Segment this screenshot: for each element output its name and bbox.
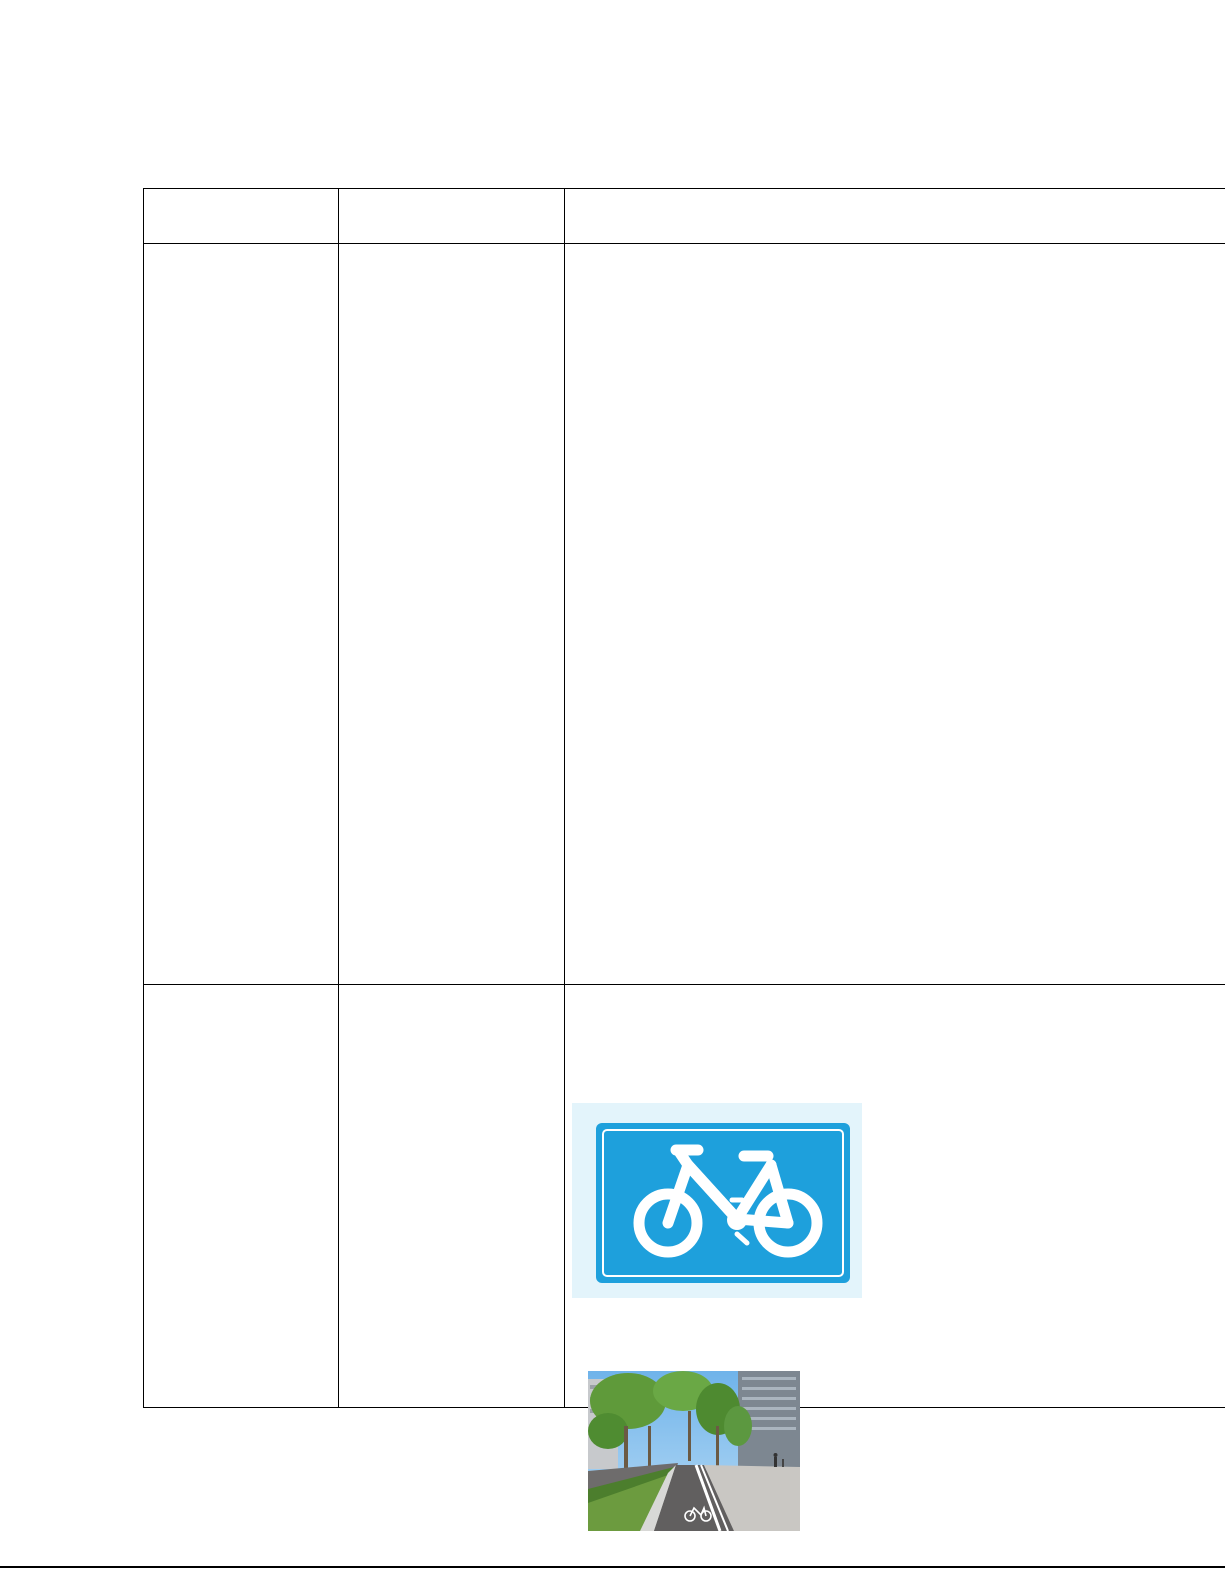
- bicycle-lane-photo: [588, 1371, 800, 1531]
- row1-cell-3: [564, 243, 1225, 985]
- row2-cell-2: [338, 984, 565, 1408]
- page-bottom-rule: [0, 1566, 1225, 1568]
- bicycle-sign-image: [572, 1103, 862, 1298]
- header-cell-1: [143, 188, 339, 244]
- row1-cell-1: [143, 243, 339, 985]
- row2-cell-1: [143, 984, 339, 1408]
- table-header-row: [143, 188, 1225, 244]
- table-row: [143, 243, 1225, 985]
- row1-cell-2: [338, 243, 565, 985]
- header-cell-2: [338, 188, 565, 244]
- header-cell-3: [564, 188, 1225, 244]
